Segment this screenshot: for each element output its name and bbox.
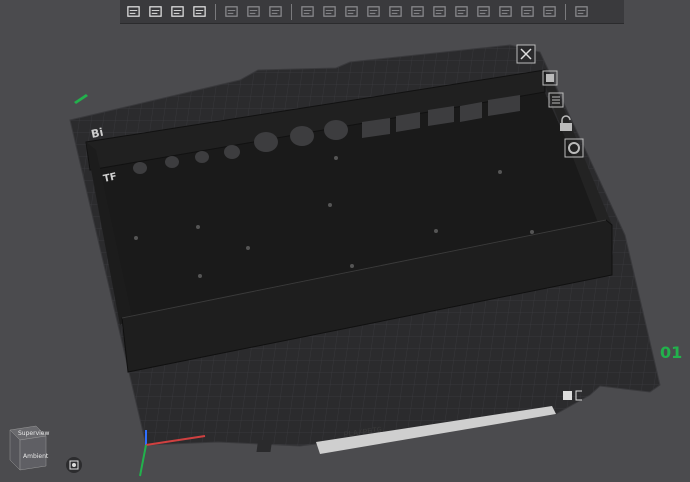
view-cube[interactable]: Superview Ambient	[6, 424, 50, 472]
arrange-plate-icon[interactable]	[540, 68, 560, 88]
plate-icon[interactable]	[190, 2, 209, 21]
boolean-icon[interactable]	[408, 2, 427, 21]
color-paint-icon[interactable]	[474, 2, 493, 21]
text-icon[interactable]	[496, 2, 515, 21]
edit-plate-name-icon	[74, 94, 88, 104]
assembly-icon[interactable]	[540, 2, 559, 21]
3d-viewport[interactable]: Bi TF PLA/PETG	[0, 0, 690, 478]
lock-plate-icon[interactable]	[556, 114, 576, 134]
arrange-icon[interactable]	[146, 2, 165, 21]
view-cube-front-label: Ambient	[23, 453, 49, 460]
close-plate-icon[interactable]	[516, 44, 536, 64]
orient-plate-icon[interactable]	[546, 90, 566, 110]
bed-icons	[562, 386, 582, 406]
auto-orient-icon[interactable]	[168, 2, 187, 21]
variable-layer-icon[interactable]	[572, 2, 591, 21]
toolbar-separator	[565, 3, 566, 20]
plate-number: 01	[660, 343, 683, 362]
add-part-icon[interactable]	[124, 2, 143, 21]
layers-icon[interactable]	[222, 2, 241, 21]
seam-paint-icon[interactable]	[452, 2, 471, 21]
toolbar-separator	[215, 3, 216, 20]
rotate-icon[interactable]	[320, 2, 339, 21]
zoom-to-fit-button[interactable]	[66, 457, 82, 473]
zoom-fit-icon	[69, 460, 79, 470]
split-parts-icon[interactable]	[266, 2, 285, 21]
cut-icon[interactable]	[386, 2, 405, 21]
plate-settings-icon[interactable]	[564, 138, 584, 158]
measure-icon[interactable]	[518, 2, 537, 21]
split-objects-icon[interactable]	[244, 2, 263, 21]
move-icon[interactable]	[298, 2, 317, 21]
lay-on-face-icon[interactable]	[364, 2, 383, 21]
view-cube-top-label: Superview	[18, 430, 49, 437]
scale-icon[interactable]	[342, 2, 361, 21]
toolbar-separator	[291, 3, 292, 20]
support-paint-icon[interactable]	[430, 2, 449, 21]
top-toolbar	[120, 0, 624, 24]
